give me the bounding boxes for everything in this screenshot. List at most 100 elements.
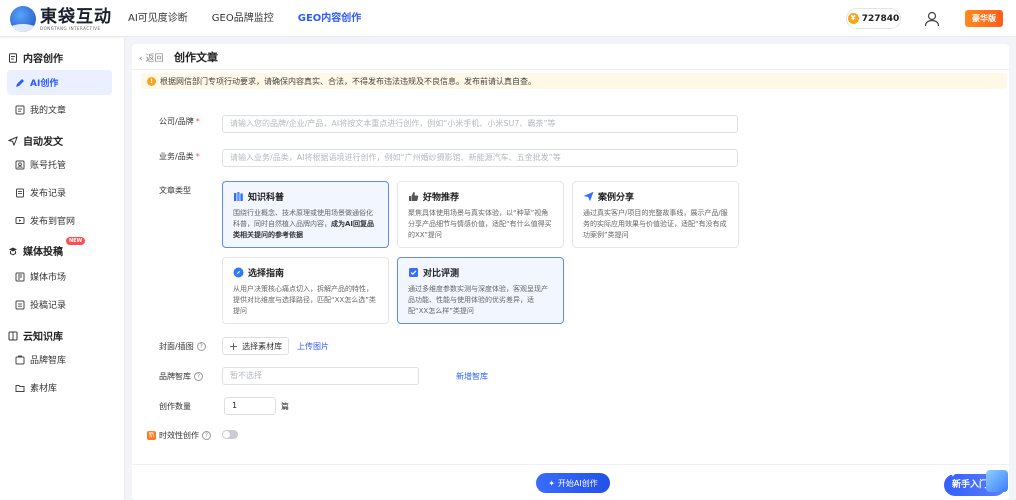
sidebar-item-publish-website[interactable]: 发布到官网	[7, 208, 112, 233]
sidebar-item-label: 媒体市场	[30, 273, 67, 283]
count-input[interactable]: 1	[224, 397, 276, 415]
record-icon	[16, 188, 24, 197]
nav-geo-brand-monitor[interactable]: GEO品牌监控	[212, 0, 274, 37]
document-icon	[9, 52, 17, 63]
sidebar: 内容创作 AI创作 我的文章 自动发文 账号托管 发布记录 发布到官网 媒体投稿…	[0, 38, 125, 500]
card-desc: 通过多维度参数实测与深度体验，客观呈现产品功能、性能与使用体验的优劣差异，适配“…	[408, 285, 548, 315]
business-input[interactable]: 请输入业务/品类，AI将根据语境进行创作，例如“广州婚纱摄影馆、新能源汽车、五金…	[222, 149, 738, 167]
sidebar-item-label: 品牌智库	[30, 356, 67, 366]
logo-subtext: DONGTANG INTERACTIVE	[40, 25, 101, 31]
logo-text: 東袋互动	[40, 6, 112, 27]
main-panel: ‹ 返回 创作文章 ! 根据网信部门专项行动要求，请确保内容真实、合法，不得发布…	[132, 44, 1009, 500]
timely-toggle[interactable]	[222, 430, 238, 439]
sidebar-item-submission-records[interactable]: 投稿记录	[7, 292, 112, 317]
sidebar-item-brand-library[interactable]: 品牌智库	[7, 347, 112, 372]
count-label: 创作数量	[159, 402, 191, 411]
article-type-card-recommend[interactable]: 好物推荐 聚焦具体使用场景与真实体验，以“种草”视角分享产品细节与情感价值，适配…	[397, 181, 564, 248]
card-title: 好物推荐	[423, 193, 460, 203]
pen-icon	[16, 78, 24, 87]
count-unit: 篇	[281, 402, 289, 411]
compass-icon	[233, 267, 244, 278]
card-title: 知识科普	[248, 193, 285, 203]
company-placeholder: 请输入您的品牌/企业/产品，AI将按文本重点进行创作，例如“小米手机、小米SU7…	[230, 119, 556, 128]
sidebar-item-label: 账号托管	[30, 161, 67, 171]
page-header: ‹ 返回 创作文章	[132, 44, 1009, 70]
vip-badge[interactable]: 豪华版	[965, 10, 1003, 27]
business-placeholder: 请输入业务/品类，AI将根据语境进行创作，例如“广州婚纱摄影馆、新能源汽车、五金…	[230, 153, 561, 162]
sidebar-item-ai-create[interactable]: AI创作	[7, 70, 112, 95]
sidebar-group-media: 媒体投稿 NEW	[8, 237, 86, 258]
upload-image-link[interactable]: 上传图片	[297, 341, 329, 352]
brand-library-select[interactable]: 暂不选择	[222, 367, 419, 385]
top-bar: 東袋互动 DONGTANG INTERACTIVE AI可见度诊断 GEO品牌监…	[0, 0, 1016, 37]
user-icon[interactable]	[923, 10, 941, 28]
sidebar-item-my-articles[interactable]: 我的文章	[7, 97, 112, 122]
help-icon[interactable]: ?	[196, 342, 206, 351]
vip-label: 豪华版	[972, 14, 996, 23]
warning-icon: !	[147, 76, 156, 86]
business-label: 业务/品类 *	[159, 152, 200, 161]
guide-label: 新手入门	[952, 480, 989, 490]
new-badge: NEW	[66, 237, 86, 245]
sidebar-group-label: 内容创作	[23, 54, 63, 65]
sidebar-item-label: 我的文章	[30, 106, 67, 116]
thumbs-up-icon	[409, 192, 419, 201]
sidebar-item-label: 发布到官网	[30, 217, 76, 227]
article-type-card-guide[interactable]: 选择指南 从用户决策核心痛点切入，拆解产品的特性，提供对比维度与选择路径，匹配“…	[222, 257, 389, 324]
timely-icon: 新	[147, 431, 156, 440]
footer-divider	[132, 464, 1009, 465]
sidebar-item-label: 投稿记录	[30, 301, 67, 311]
paper-plane-icon	[583, 191, 594, 202]
sidebar-group-label: 媒体投稿	[23, 247, 63, 258]
website-icon	[15, 216, 25, 224]
sidebar-item-material-library[interactable]: 素材库	[7, 375, 112, 400]
nav-ai-visibility[interactable]: AI可见度诊断	[128, 0, 188, 37]
start-label: 开始AI创作	[557, 478, 598, 488]
sidebar-group-content: 内容创作	[8, 50, 63, 65]
sparkle-icon: ✦	[548, 478, 555, 488]
media-icon	[9, 247, 17, 255]
account-icon	[15, 160, 25, 169]
logo-mark-icon	[10, 6, 36, 32]
notice-text: 根据网信部门专项行动要求，请确保内容真实、合法，不得发布违法违规及不良信息。发布…	[160, 76, 536, 86]
compliance-notice: ! 根据网信部门专项行动要求，请确保内容真实、合法，不得发布违法违规及不良信息。…	[141, 73, 1007, 89]
coin-value: 727840	[861, 13, 900, 24]
plus-icon: +	[228, 339, 239, 353]
sidebar-item-account-hosting[interactable]: 账号托管	[7, 152, 112, 177]
page-title: 创作文章	[174, 51, 218, 64]
back-button[interactable]: ‹ 返回	[139, 51, 163, 64]
sidebar-group-auto-publish: 自动发文	[8, 133, 63, 148]
sidebar-group-label: 自动发文	[23, 137, 63, 148]
guide-badge-icon	[986, 470, 1008, 492]
company-input[interactable]: 请输入您的品牌/企业/产品，AI将按文本重点进行创作，例如“小米手机、小米SU7…	[222, 115, 738, 133]
article-type-label: 文章类型	[159, 186, 191, 195]
brand-library-icon	[15, 355, 25, 364]
select-library-button[interactable]: + 选择素材库	[222, 337, 289, 355]
brand-library-placeholder: 暂不选择	[230, 371, 262, 380]
count-value: 1	[232, 401, 238, 410]
card-title: 选择指南	[248, 269, 285, 279]
card-desc: 从用户决策核心痛点切入，拆解产品的特性，提供对比维度与选择路径，匹配“XX怎么选…	[233, 285, 376, 315]
article-type-card-case[interactable]: 案例分享 通过真实客户/项目的完整故事线，展示产品/服务的实际应用效果与价值验证…	[572, 181, 739, 248]
back-label: 返回	[145, 54, 164, 64]
start-ai-create-button[interactable]: ✦ 开始AI创作	[536, 473, 610, 493]
main-nav: AI可见度诊断 GEO品牌监控 GEO内容创作	[128, 0, 361, 37]
sidebar-item-media-market[interactable]: 媒体市场	[7, 264, 112, 289]
select-library-label: 选择素材库	[242, 341, 283, 351]
send-icon	[8, 136, 18, 146]
brand-library-label: 品牌智库?	[159, 371, 203, 382]
help-icon[interactable]: ?	[194, 372, 203, 381]
sidebar-item-label: AI创作	[30, 79, 59, 89]
sidebar-group-knowledge: 云知识库	[8, 328, 63, 343]
article-type-card-compare[interactable]: 对比评测 通过多维度参数实测与深度体验，客观呈现产品功能、性能与使用体验的优劣差…	[397, 257, 564, 324]
sidebar-item-publish-records[interactable]: 发布记录	[7, 180, 112, 205]
help-icon[interactable]: ?	[202, 431, 211, 440]
timely-label: 新时效性创作?	[147, 430, 211, 441]
sidebar-group-label: 云知识库	[23, 332, 63, 343]
new-library-link[interactable]: 新增智库	[456, 371, 488, 382]
article-type-card-knowledge[interactable]: 知识科普 围绕行业概念、技术原理或使用场景做通俗化科普，同时自然植入品牌内容，成…	[222, 181, 389, 248]
submission-icon	[15, 300, 25, 309]
nav-geo-content-creation[interactable]: GEO内容创作	[298, 0, 362, 37]
logo[interactable]: 東袋互动 DONGTANG INTERACTIVE	[10, 5, 112, 33]
coin-balance[interactable]: ¥ 727840	[846, 8, 901, 29]
